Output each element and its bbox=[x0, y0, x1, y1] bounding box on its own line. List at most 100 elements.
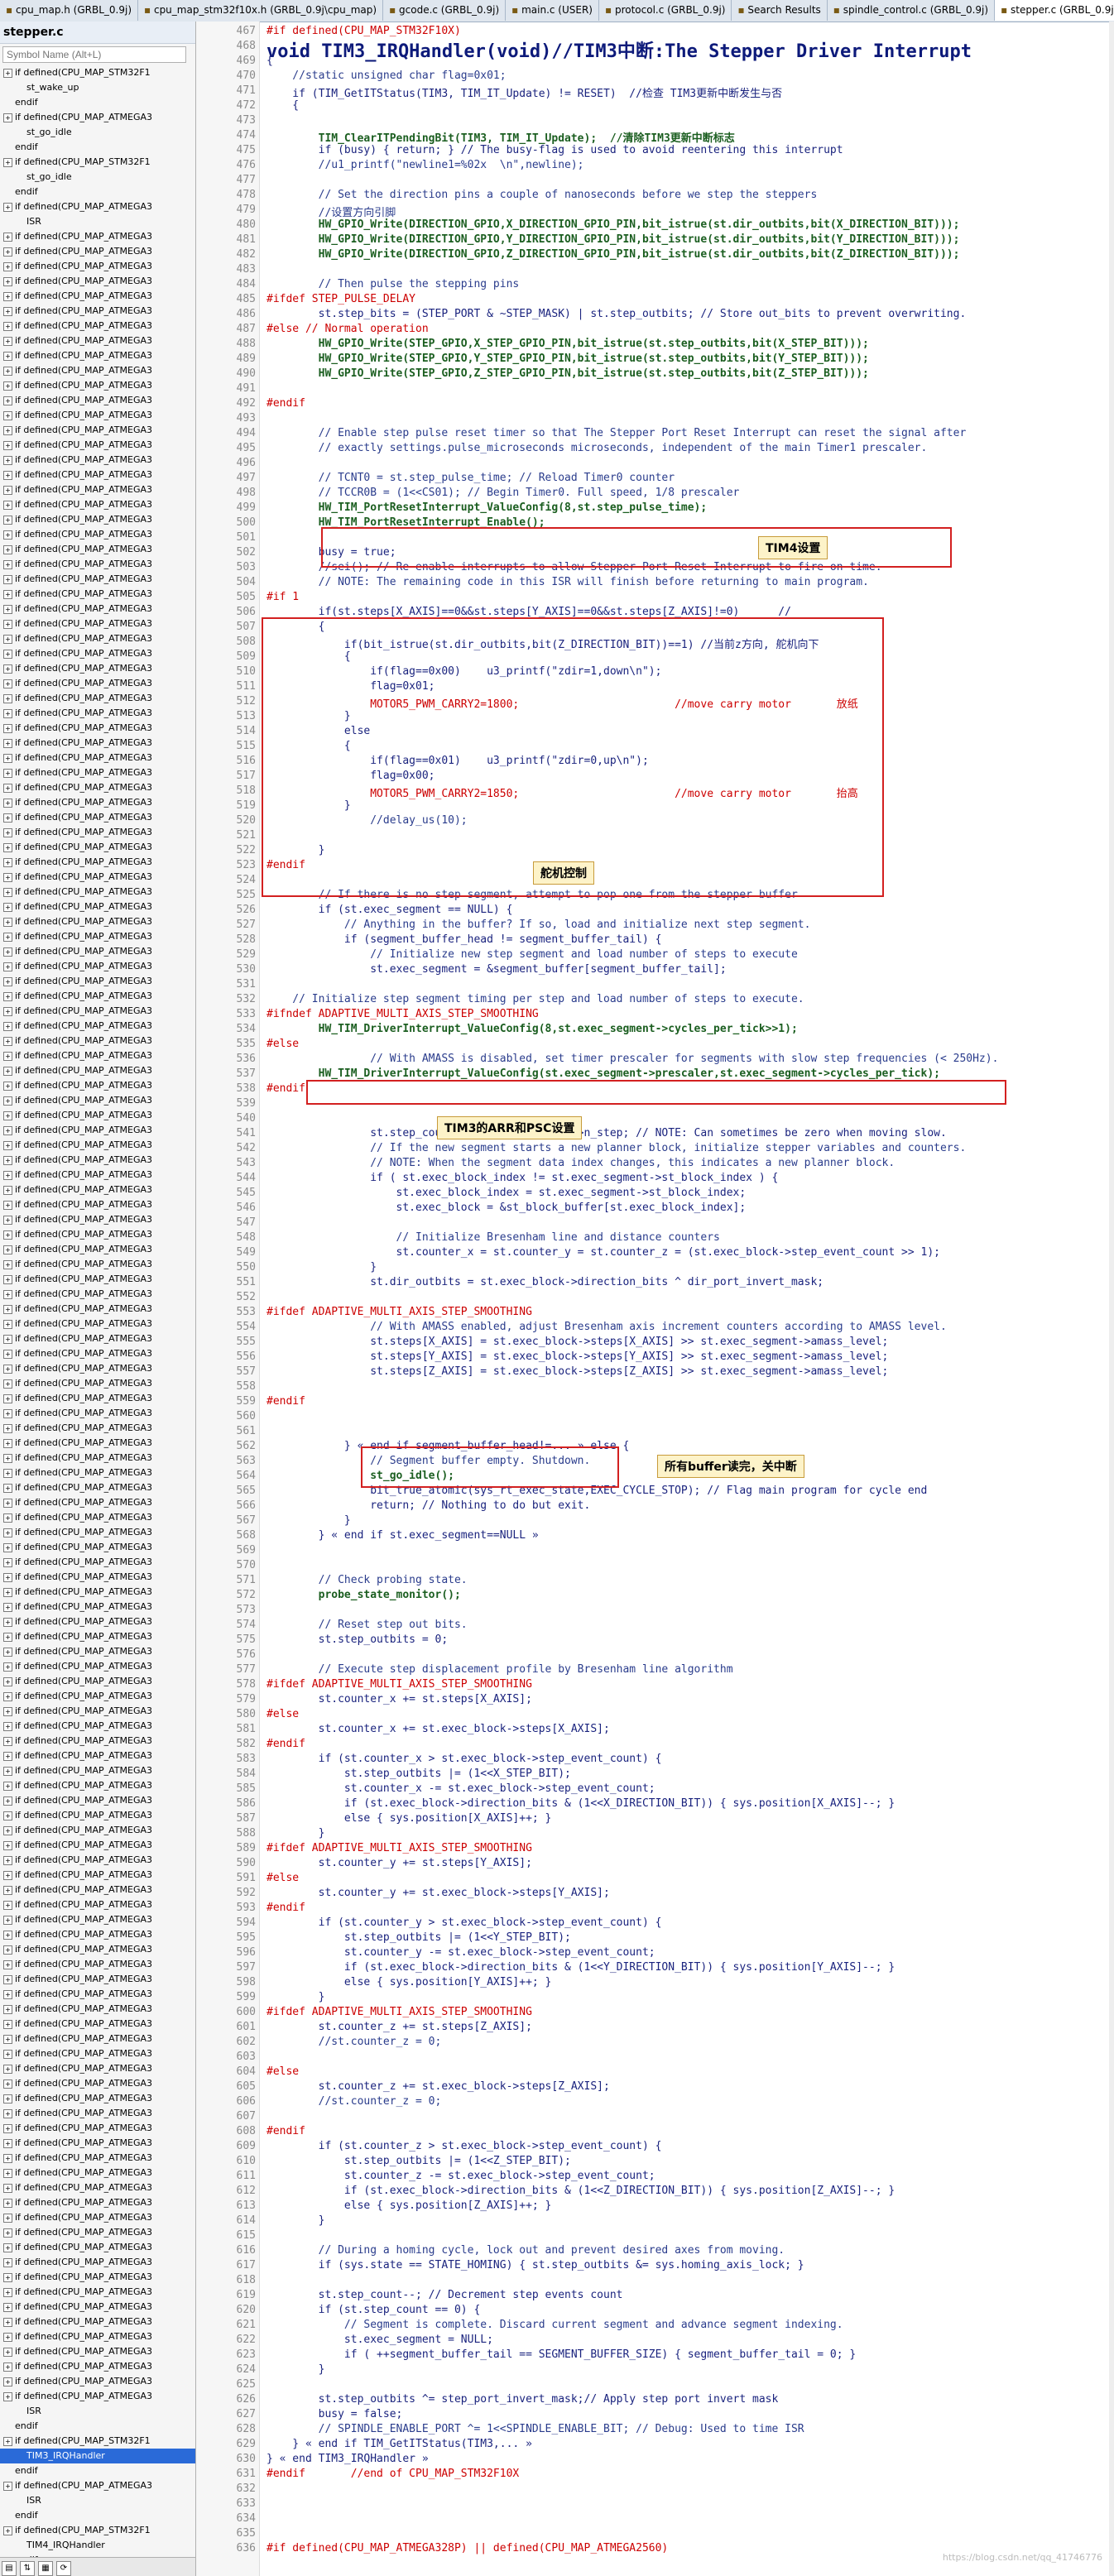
expand-icon[interactable]: + bbox=[3, 1334, 12, 1344]
expand-icon[interactable]: + bbox=[3, 1706, 12, 1716]
expand-icon[interactable]: + bbox=[3, 2272, 12, 2282]
code-line[interactable]: st.counter_x = st.counter_y = st.counter… bbox=[266, 1246, 940, 1259]
expand-icon[interactable]: + bbox=[3, 1662, 12, 1672]
symbol-item[interactable]: endif bbox=[0, 95, 195, 110]
expand-icon[interactable]: + bbox=[3, 470, 12, 480]
expand-icon[interactable]: + bbox=[3, 1900, 12, 1910]
expand-icon[interactable]: + bbox=[3, 1170, 12, 1180]
symbol-item[interactable]: endif bbox=[0, 140, 195, 155]
expand-icon[interactable]: + bbox=[3, 1528, 12, 1537]
expand-icon[interactable]: + bbox=[3, 1647, 12, 1657]
expand-icon[interactable]: + bbox=[3, 202, 12, 212]
expand-icon[interactable]: + bbox=[3, 410, 12, 420]
symbol-item[interactable]: + if defined(CPU_MAP_ATMEGA3 bbox=[0, 1346, 195, 1361]
expand-icon[interactable]: + bbox=[3, 2436, 12, 2446]
symbol-refresh-icon[interactable]: ⟳ bbox=[56, 2561, 71, 2576]
symbol-item[interactable]: + if defined(CPU_MAP_ATMEGA3 bbox=[0, 1019, 195, 1034]
symbol-item[interactable]: + if defined(CPU_MAP_ATMEGA3 bbox=[0, 1823, 195, 1838]
symbol-item[interactable]: + if defined(CPU_MAP_ATMEGA3 bbox=[0, 1376, 195, 1391]
expand-icon[interactable]: + bbox=[3, 768, 12, 778]
symbol-item[interactable]: + if defined(CPU_MAP_ATMEGA3 bbox=[0, 1048, 195, 1063]
expand-icon[interactable]: + bbox=[3, 2004, 12, 2014]
symbol-item[interactable]: endif bbox=[0, 2419, 195, 2434]
expand-icon[interactable]: + bbox=[3, 381, 12, 391]
expand-icon[interactable]: + bbox=[3, 1885, 12, 1895]
expand-icon[interactable]: + bbox=[3, 1423, 12, 1433]
symbol-item[interactable]: + if defined(CPU_MAP_ATMEGA3 bbox=[0, 1138, 195, 1153]
symbol-item[interactable]: + if defined(CPU_MAP_ATMEGA3 bbox=[0, 1451, 195, 1465]
symbol-item[interactable]: + if defined(CPU_MAP_ATMEGA3 bbox=[0, 1793, 195, 1808]
expand-icon[interactable]: + bbox=[3, 113, 12, 122]
expand-icon[interactable]: + bbox=[3, 500, 12, 510]
symbol-item[interactable]: + if defined(CPU_MAP_ATMEGA3 bbox=[0, 810, 195, 825]
symbol-item[interactable]: + if defined(CPU_MAP_STM32F1 bbox=[0, 65, 195, 80]
expand-icon[interactable]: + bbox=[3, 1691, 12, 1701]
expand-icon[interactable]: + bbox=[3, 1349, 12, 1359]
symbol-item[interactable]: + if defined(CPU_MAP_ATMEGA3 bbox=[0, 1629, 195, 1644]
code-line[interactable]: HW_TIM_DriverInterrupt_ValueConfig(st.ex… bbox=[266, 1067, 940, 1080]
expand-icon[interactable]: + bbox=[3, 2064, 12, 2074]
expand-icon[interactable]: + bbox=[3, 634, 12, 644]
expand-icon[interactable]: + bbox=[3, 813, 12, 823]
expand-icon[interactable]: + bbox=[3, 1259, 12, 1269]
expand-icon[interactable]: + bbox=[3, 1006, 12, 1016]
symbol-item[interactable]: + if defined(CPU_MAP_ATMEGA3 bbox=[0, 2240, 195, 2255]
code-line[interactable]: probe_state_monitor(); bbox=[266, 1589, 461, 1601]
code-line[interactable]: void TIM3_IRQHandler(void)//TIM3中断:The S… bbox=[266, 36, 972, 63]
expand-icon[interactable]: + bbox=[3, 664, 12, 674]
code-line[interactable]: { bbox=[266, 99, 299, 112]
code-line[interactable]: st.steps[X_AXIS] = st.exec_block->steps[… bbox=[266, 1336, 888, 1348]
symbol-item[interactable]: + if defined(CPU_MAP_ATMEGA3 bbox=[0, 438, 195, 453]
symbol-item[interactable]: + if defined(CPU_MAP_ATMEGA3 bbox=[0, 557, 195, 572]
code-line[interactable]: st.step_bits = (STEP_PORT & ~STEP_MASK) … bbox=[266, 308, 967, 320]
symbol-item[interactable]: + if defined(CPU_MAP_ATMEGA3 bbox=[0, 1525, 195, 1540]
code-line[interactable]: //设置方向引脚 bbox=[266, 204, 396, 219]
symbol-item[interactable]: + if defined(CPU_MAP_ATMEGA3 bbox=[0, 1749, 195, 1763]
symbol-item[interactable]: + if defined(CPU_MAP_ATMEGA3 bbox=[0, 2151, 195, 2166]
expand-icon[interactable]: + bbox=[3, 2213, 12, 2223]
expand-icon[interactable]: + bbox=[3, 157, 12, 167]
symbol-item[interactable]: endif bbox=[0, 2463, 195, 2478]
code-line[interactable]: busy = false; bbox=[266, 2408, 403, 2420]
expand-icon[interactable]: + bbox=[3, 1945, 12, 1955]
symbol-item[interactable]: + if defined(CPU_MAP_STM32F1 bbox=[0, 155, 195, 170]
code-line[interactable]: // Reset step out bits. bbox=[266, 1619, 468, 1631]
symbol-item[interactable]: + if defined(CPU_MAP_ATMEGA3 bbox=[0, 2002, 195, 2017]
expand-icon[interactable]: + bbox=[3, 1960, 12, 1969]
symbol-item[interactable]: + if defined(CPU_MAP_ATMEGA3 bbox=[0, 393, 195, 408]
code-line[interactable]: } bbox=[266, 1514, 351, 1527]
symbol-item[interactable]: + if defined(CPU_MAP_ATMEGA3 bbox=[0, 1689, 195, 1704]
symbol-item[interactable]: + if defined(CPU_MAP_ATMEGA3 bbox=[0, 2195, 195, 2210]
symbol-item[interactable]: + if defined(CPU_MAP_ATMEGA3 bbox=[0, 721, 195, 736]
expand-icon[interactable]: + bbox=[3, 455, 12, 465]
tab-0[interactable]: ▪ cpu_map.h (GRBL_0.9j) bbox=[0, 0, 139, 21]
code-line[interactable]: st.step_count--; // Decrement step event… bbox=[266, 2289, 623, 2301]
symbol-item[interactable]: + if defined(CPU_MAP_ATMEGA3 bbox=[0, 2315, 195, 2329]
symbol-item[interactable]: + if defined(CPU_MAP_ATMEGA3 bbox=[0, 1108, 195, 1123]
expand-icon[interactable]: + bbox=[3, 1796, 12, 1806]
code-line[interactable]: if ( st.exec_block_index != st.exec_segm… bbox=[266, 1172, 778, 1184]
expand-icon[interactable]: + bbox=[3, 604, 12, 614]
symbol-item[interactable]: + if defined(CPU_MAP_ATMEGA3 bbox=[0, 1436, 195, 1451]
symbol-item[interactable]: + if defined(CPU_MAP_ATMEGA3 bbox=[0, 1093, 195, 1108]
expand-icon[interactable]: + bbox=[3, 1587, 12, 1597]
code-line[interactable]: if (st.exec_segment == NULL) { bbox=[266, 904, 513, 916]
code-line[interactable]: //st.counter_z = 0; bbox=[266, 2095, 442, 2108]
symbol-item[interactable]: + if defined(CPU_MAP_ATMEGA3 bbox=[0, 1897, 195, 1912]
expand-icon[interactable]: + bbox=[3, 1379, 12, 1389]
symbol-item[interactable]: + if defined(CPU_MAP_ATMEGA3 bbox=[0, 319, 195, 333]
expand-icon[interactable]: + bbox=[3, 753, 12, 763]
expand-icon[interactable]: + bbox=[3, 1855, 12, 1865]
expand-icon[interactable]: + bbox=[3, 2332, 12, 2342]
symbol-item[interactable]: + if defined(CPU_MAP_ATMEGA3 bbox=[0, 512, 195, 527]
symbol-item[interactable]: + if defined(CPU_MAP_ATMEGA3 bbox=[0, 274, 195, 289]
symbol-item[interactable]: ISR bbox=[0, 2493, 195, 2508]
symbol-item[interactable]: + if defined(CPU_MAP_ATMEGA3 bbox=[0, 1838, 195, 1853]
tab-4[interactable]: ▪ protocol.c (GRBL_0.9j) bbox=[599, 0, 732, 21]
expand-icon[interactable]: + bbox=[3, 396, 12, 405]
code-line[interactable]: #ifdef ADAPTIVE_MULTI_AXIS_STEP_SMOOTHIN… bbox=[266, 2006, 532, 2018]
code-line[interactable]: // Initialize new step segment and load … bbox=[266, 948, 798, 961]
symbol-item[interactable]: + if defined(CPU_MAP_ATMEGA3 bbox=[0, 348, 195, 363]
code-line[interactable]: #else bbox=[266, 1872, 299, 1884]
code-line[interactable]: if (busy) { return; } // The busy-flag i… bbox=[266, 144, 843, 156]
